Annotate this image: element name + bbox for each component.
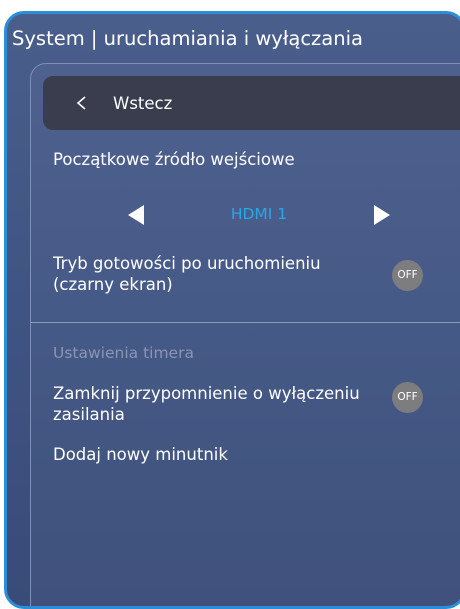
standby-label-line2: (czarny ekran) [53,275,173,294]
settings-panel: Wstecz Początkowe źródło wejściowe HDMI … [30,63,460,606]
section-divider [31,322,460,323]
power-off-reminder-label-line1: Zamknij przypomnienie o wyłączeniu [53,384,360,403]
settings-window: System | uruchamiania i wyłączania Wstec… [4,11,460,609]
timer-section-header: Ustawienia timera [53,344,194,362]
back-button[interactable]: Wstecz [43,76,460,130]
standby-label-line1: Tryb gotowości po uruchomieniu [53,254,321,273]
back-label: Wstecz [113,93,173,113]
triangle-right-icon[interactable] [370,203,394,227]
input-source-value: HDMI 1 [230,205,288,223]
chevron-left-icon [76,96,86,110]
add-timer-item[interactable]: Dodaj nowy minutnik [53,445,228,465]
power-off-reminder-label-line2: zasilania [53,405,125,424]
power-off-reminder-toggle[interactable]: OFF [392,382,423,413]
input-source-selector[interactable]: HDMI 1 [124,203,394,227]
window-title: System | uruchamiania i wyłączania [12,27,363,50]
standby-toggle[interactable]: OFF [392,260,423,291]
input-source-label: Początkowe źródło wejściowe [53,150,295,169]
